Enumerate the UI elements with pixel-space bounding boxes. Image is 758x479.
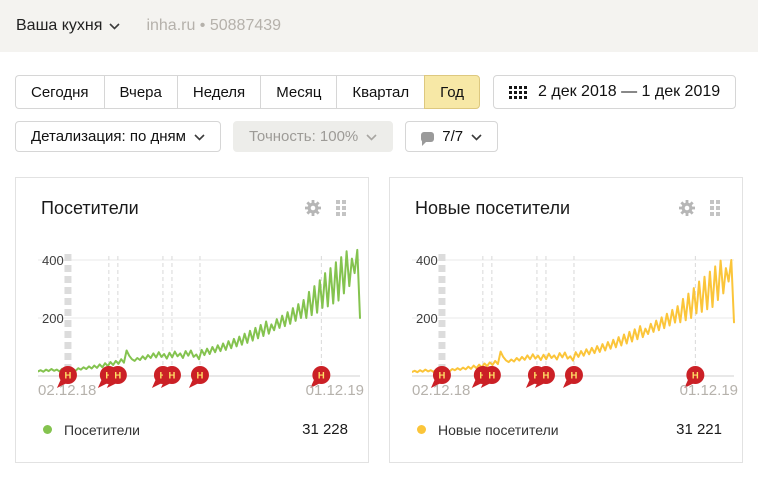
svg-text:Н: Н [571, 371, 578, 382]
note-marker[interactable]: Н [56, 366, 77, 388]
period-toolbar: Сегодня Вчера Неделя Месяц Квартал Год 2 дек … [15, 75, 758, 109]
options-toolbar: Детализация: по дням Точность: 100% 7/7 [15, 121, 758, 152]
new-visitors-widget: Новые посетители 200 400 Н Н Н Н Н Н Н 02.12.18 … [389, 177, 743, 463]
period-tab[interactable]: Вчера [103, 75, 177, 109]
counter-title: Ваша кухня [16, 17, 103, 34]
period-tab[interactable]: Год [424, 75, 481, 109]
notes-dropdown[interactable]: 7/7 [405, 121, 499, 152]
period-tab[interactable]: Месяц [260, 75, 337, 109]
legend-total: 31 221 [676, 421, 722, 438]
date-range-label: 2 дек 2018 — 1 дек 2019 [538, 83, 721, 100]
widget-header: Новые посетители [415, 196, 720, 220]
period-tab[interactable]: Сегодня [15, 75, 104, 109]
svg-text:Н: Н [114, 371, 121, 382]
chevron-down-icon [194, 128, 205, 145]
svg-text:200: 200 [416, 311, 438, 326]
notes-counter: 7/7 [442, 128, 464, 145]
note-marker[interactable]: Н [684, 366, 705, 388]
svg-text:Н: Н [692, 371, 699, 382]
note-marker[interactable]: Н [562, 366, 583, 388]
visitors-widget: Посетители 200 400 Н Н Н Н Н Н Н 02.12.18 01.12.… [15, 177, 369, 463]
chevron-down-icon [366, 128, 377, 145]
period-tab[interactable]: Квартал [336, 75, 425, 109]
legend-total: 31 228 [302, 421, 348, 438]
svg-text:Н: Н [439, 371, 446, 382]
detail-label: Детализация: по дням [31, 128, 186, 145]
svg-text:Н: Н [65, 371, 72, 382]
new-visitors-chart[interactable]: 200 400 Н Н Н Н Н Н Н [411, 242, 738, 390]
accuracy-dropdown: Точность: 100% [232, 121, 394, 152]
svg-text:Н: Н [197, 371, 204, 382]
legend-label: Новые посетители [438, 421, 559, 438]
widgets-row: Посетители 200 400 Н Н Н Н Н Н Н 02.12.18 01.12.… [15, 177, 743, 463]
svg-text:Н: Н [318, 371, 325, 382]
legend-dot [417, 425, 426, 434]
svg-text:200: 200 [42, 311, 64, 326]
svg-text:400: 400 [416, 253, 438, 268]
widget-title: Новые посетители [415, 197, 571, 218]
chevron-down-icon [109, 17, 121, 35]
svg-text:Н: Н [543, 371, 550, 382]
drag-handle-icon[interactable] [710, 200, 720, 216]
gear-icon[interactable] [304, 199, 322, 217]
chart-legend[interactable]: Новые посетители 31 221 [417, 421, 722, 438]
comment-icon [421, 131, 435, 146]
chart-legend[interactable]: Посетители 31 228 [43, 421, 348, 438]
period-tab[interactable]: Неделя [176, 75, 261, 109]
accuracy-label: Точность: 100% [248, 128, 359, 145]
gear-icon[interactable] [678, 199, 696, 217]
period-tabs: Сегодня Вчера Неделя Месяц Квартал Год [15, 75, 481, 109]
legend-dot [43, 425, 52, 434]
counter-switcher[interactable]: Ваша кухня [16, 17, 121, 35]
site-and-counter-id: inha.ru • 50887439 [146, 17, 282, 34]
widget-header: Посетители [41, 196, 346, 220]
svg-text:400: 400 [42, 253, 64, 268]
legend-label: Посетители [64, 421, 140, 438]
chevron-down-icon [471, 128, 482, 145]
svg-text:Н: Н [488, 371, 495, 382]
widget-title: Посетители [41, 197, 139, 218]
date-range-button[interactable]: 2 дек 2018 — 1 дек 2019 [493, 75, 737, 109]
detail-dropdown[interactable]: Детализация: по дням [15, 121, 221, 152]
drag-handle-icon[interactable] [336, 200, 346, 216]
visitors-chart[interactable]: 200 400 Н Н Н Н Н Н Н [37, 242, 364, 390]
calendar-icon [509, 85, 528, 99]
note-marker[interactable]: Н [430, 366, 451, 388]
top-bar: Ваша кухня inha.ru • 50887439 [0, 0, 758, 52]
svg-text:Н: Н [169, 371, 176, 382]
note-marker[interactable]: Н [310, 366, 331, 388]
note-marker[interactable]: Н [188, 366, 209, 388]
metrica-dashboard: Ваша кухня inha.ru • 50887439 Сегодня Вче… [0, 0, 758, 479]
